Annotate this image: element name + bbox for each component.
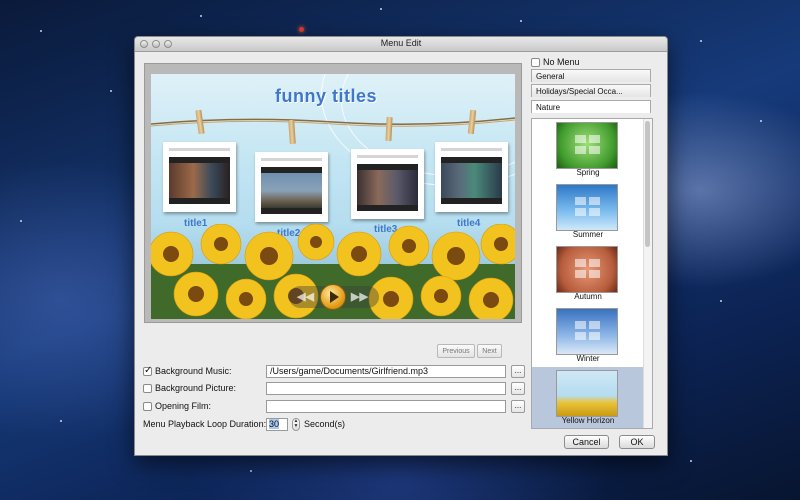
red-star [299, 27, 304, 32]
template-panel: No Menu General Holidays/Special Occa...… [529, 55, 657, 429]
clothespin [385, 116, 393, 142]
cancel-button[interactable]: Cancel [564, 435, 609, 449]
loop-duration-label: Menu Playback Loop Duration: [143, 419, 267, 429]
background-picture-browse-button[interactable]: ... [511, 382, 525, 395]
previous-button[interactable]: Previous [437, 344, 475, 358]
title4-thumbnail[interactable] [435, 142, 508, 212]
template-thumbnail [556, 184, 618, 231]
background-picture-checkbox[interactable] [143, 384, 152, 393]
template-thumbnail [556, 122, 618, 169]
no-menu-option[interactable]: No Menu [531, 57, 580, 67]
template-item-summer[interactable]: Summer [532, 181, 644, 243]
ok-button[interactable]: OK [619, 435, 655, 449]
menu-preview-image[interactable]: funny titles title1 title2 title3 title4… [151, 74, 515, 319]
template-label: Winter [576, 354, 600, 363]
clothesline-rope [151, 117, 515, 127]
background-picture-field[interactable] [266, 382, 506, 395]
loop-duration-input[interactable]: 30 [266, 418, 288, 431]
opening-film-browse-button[interactable]: ... [511, 400, 525, 413]
menu-preview-panel: funny titles title1 title2 title3 title4… [144, 63, 522, 323]
tab-nature[interactable]: Nature [531, 100, 651, 113]
template-thumbnail [556, 370, 618, 417]
template-thumbnail [556, 308, 618, 355]
template-list-scrollbar[interactable] [643, 119, 652, 428]
template-label: Summer [572, 230, 604, 239]
template-item-yellow-horizon[interactable]: Yellow Horizon [532, 367, 644, 428]
title1-thumbnail[interactable] [163, 142, 236, 212]
template-item-winter[interactable]: Winter [532, 305, 644, 367]
play-icon[interactable] [320, 284, 346, 310]
window-title: Menu Edit [380, 38, 422, 48]
template-thumbnail [556, 246, 618, 293]
opening-film-checkbox[interactable] [143, 402, 152, 411]
opening-film-option[interactable]: Opening Film: [143, 401, 211, 411]
template-label: Yellow Horizon [561, 416, 615, 425]
playback-controls: ◀◀ ▶▶ [289, 284, 379, 310]
template-list[interactable]: Spring Summer Autumn Winter Yellow Horiz… [531, 118, 653, 429]
loop-duration-unit: Second(s) [304, 419, 346, 429]
template-item-spring[interactable]: Spring [532, 119, 644, 181]
title2-thumbnail[interactable] [255, 152, 328, 222]
skip-back-icon[interactable]: ◀◀ [297, 290, 314, 303]
title3-thumbnail[interactable] [351, 149, 424, 219]
background-music-browse-button[interactable]: ... [511, 365, 525, 378]
loop-duration-stepper[interactable]: ▲ ▼ [292, 418, 300, 431]
background-music-option[interactable]: Background Music: [143, 365, 232, 376]
next-button[interactable]: Next [477, 344, 502, 358]
background-music-field[interactable]: /Users/game/Documents/Girlfriend.mp3 [266, 365, 506, 378]
template-label: Spring [576, 168, 600, 177]
tab-general[interactable]: General [531, 69, 651, 82]
tab-holidays-special-occasions[interactable]: Holidays/Special Occa... [531, 84, 651, 97]
skip-forward-icon[interactable]: ▶▶ [351, 290, 368, 303]
opening-film-field[interactable] [266, 400, 506, 413]
background-music-checkbox[interactable] [143, 365, 152, 376]
no-menu-checkbox[interactable] [531, 58, 540, 67]
template-label: Autumn [574, 292, 602, 301]
title-bar[interactable]: Menu Edit [135, 37, 667, 52]
menu-title-text[interactable]: funny titles [275, 86, 377, 107]
template-item-autumn[interactable]: Autumn [532, 243, 644, 305]
menu-edit-window: Menu Edit funny titles title1 title2 tit… [134, 36, 668, 456]
background-picture-option[interactable]: Background Picture: [143, 383, 236, 393]
